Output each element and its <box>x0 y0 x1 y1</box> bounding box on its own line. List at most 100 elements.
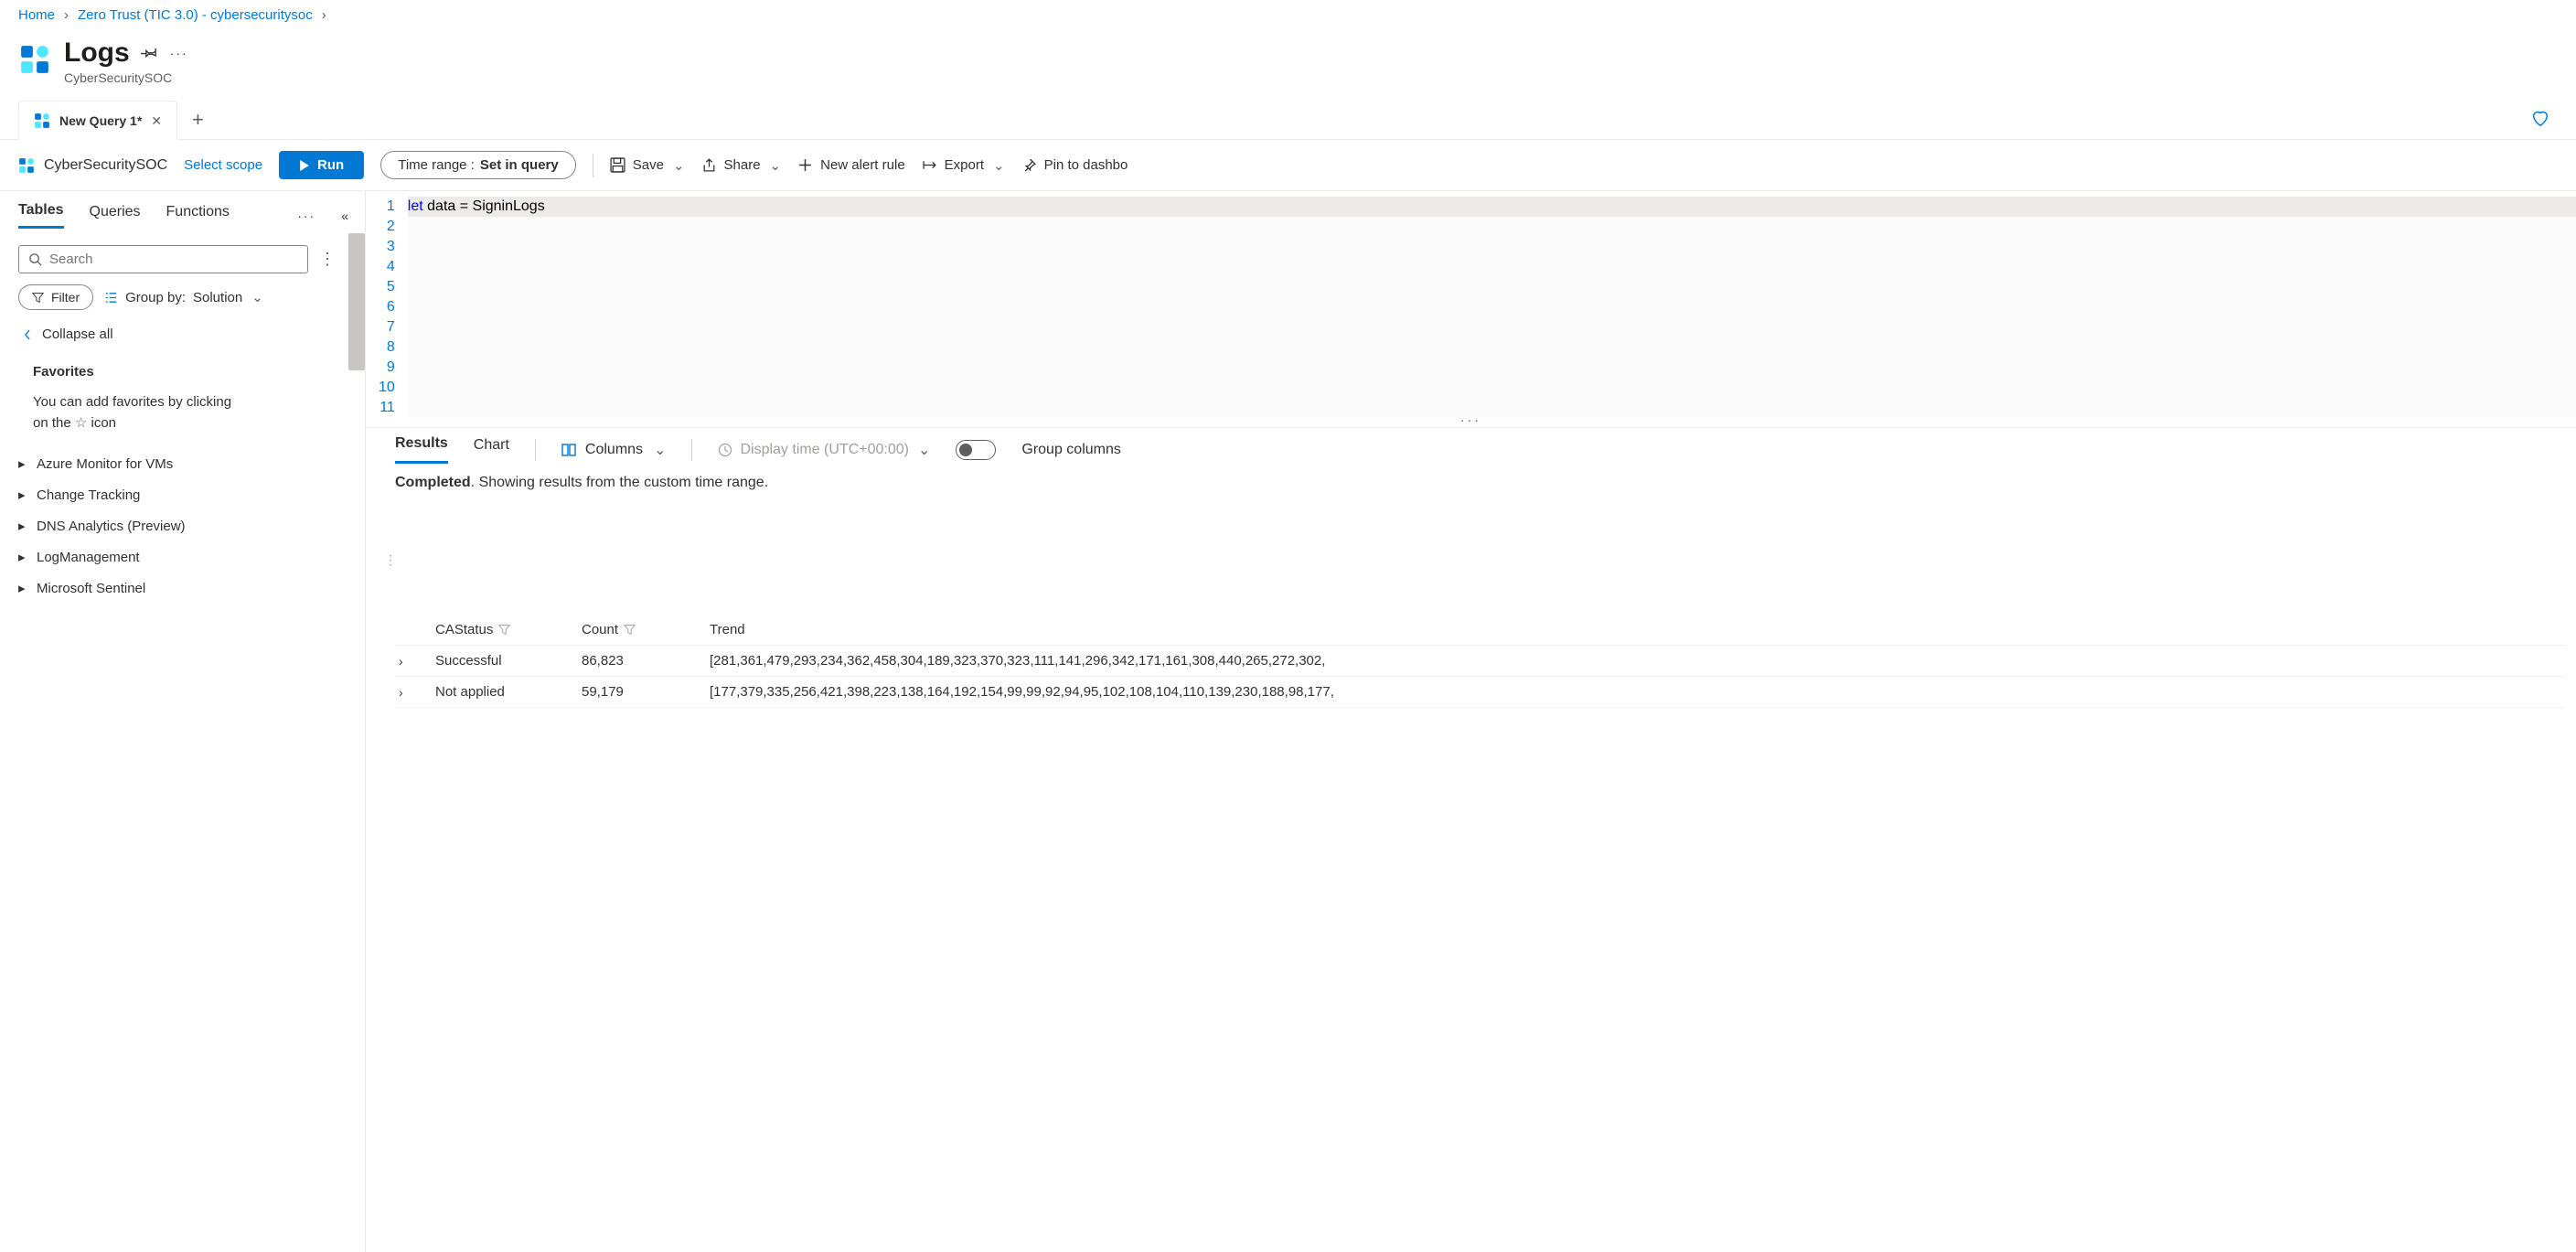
column-header-castatus[interactable]: CAStatus <box>435 622 582 637</box>
column-header-count[interactable]: Count <box>582 622 710 637</box>
plus-icon <box>797 157 813 173</box>
pin-icon[interactable] <box>141 44 157 63</box>
search-field[interactable] <box>49 251 298 267</box>
editor-code[interactable]: let data = SigninLogs | where AppDisplay… <box>408 197 2576 418</box>
scrollbar[interactable] <box>348 233 365 370</box>
cell-trend: [177,379,335,256,421,398,223,138,164,192… <box>710 684 2561 700</box>
workspace-scope: CyberSecuritySOC <box>18 157 167 174</box>
collapse-all-label: Collapse all <box>42 326 113 342</box>
table-row[interactable]: ›Not applied59,179[177,379,335,256,421,3… <box>395 677 2565 708</box>
favorites-hint: You can add favorites by clicking on the… <box>18 387 358 448</box>
tab-tables[interactable]: Tables <box>18 202 64 229</box>
share-icon <box>701 157 717 173</box>
tab-functions[interactable]: Functions <box>166 204 230 228</box>
heart-icon[interactable] <box>2530 108 2550 131</box>
tree-item[interactable]: ▸ Azure Monitor for VMs <box>18 448 358 479</box>
breadcrumb-workbook[interactable]: Zero Trust (TIC 3.0) - cybersecuritysoc <box>78 7 313 23</box>
run-label: Run <box>317 157 344 173</box>
pin-dashboard-button[interactable]: Pin to dashbo <box>1021 157 1128 173</box>
chevron-right-icon: ▸ <box>18 487 27 503</box>
cell-castatus: Successful <box>435 653 582 669</box>
tree-item[interactable]: ▸LogManagement <box>18 541 358 572</box>
query-tab[interactable]: New Query 1* ✕ <box>18 101 177 140</box>
filter-icon[interactable] <box>624 624 636 636</box>
select-scope-link[interactable]: Select scope <box>184 157 262 173</box>
new-alert-button[interactable]: New alert rule <box>797 157 905 173</box>
chevron-down-icon: ⌄ <box>673 157 685 174</box>
table-row[interactable]: ›Successful86,823[281,361,479,293,234,36… <box>395 646 2565 677</box>
expand-row-icon[interactable]: › <box>399 685 435 700</box>
time-range-picker[interactable]: Time range : Set in query <box>380 151 576 179</box>
share-button[interactable]: Share ⌄ <box>701 157 782 174</box>
grid-header: CAStatus Count Trend <box>395 615 2565 646</box>
tree-item[interactable]: ▸ DNS Analytics (Preview) <box>18 510 358 541</box>
chevron-right-icon: ▸ <box>18 518 27 534</box>
column-header-trend[interactable]: Trend <box>710 622 2561 637</box>
time-range-label: Time range : <box>398 157 475 173</box>
results-grid: ⋮ CAStatus Count Trend ›Successful86,823… <box>366 502 2576 615</box>
filter-icon <box>32 292 44 304</box>
collapse-icon <box>18 327 33 342</box>
group-columns-label: Group columns <box>1021 442 1121 458</box>
tree-item[interactable]: ▸ Microsoft Sentinel <box>18 572 358 604</box>
page-subtitle: CyberSecuritySOC <box>64 70 188 85</box>
time-range-value: Set in query <box>480 157 559 173</box>
drag-handle-icon[interactable]: ⋮ <box>384 506 2560 615</box>
chevron-right-icon: › <box>64 7 69 23</box>
star-icon: ☆ <box>75 415 87 431</box>
tab-results[interactable]: Results <box>395 435 448 464</box>
columns-icon <box>561 443 576 457</box>
tab-chart[interactable]: Chart <box>474 437 509 463</box>
chevron-down-icon: ⌄ <box>918 441 930 459</box>
schema-tree: Favorites You can add favorites by click… <box>18 357 358 1241</box>
filter-icon[interactable] <box>498 624 510 636</box>
cell-trend: [281,361,479,293,234,362,458,304,189,323… <box>710 653 2561 669</box>
play-icon <box>299 160 310 171</box>
export-button[interactable]: Export ⌄ <box>922 157 1005 174</box>
editor-gutter: 1234567891011 <box>366 197 408 418</box>
tree-item[interactable]: ▸Change Tracking <box>18 479 358 510</box>
save-label: Save <box>633 157 664 173</box>
filter-button[interactable]: Filter <box>18 284 93 310</box>
tree-item-label: DNS Analytics (Preview) <box>37 519 186 534</box>
chevron-right-icon: › <box>322 7 326 23</box>
close-icon[interactable]: ✕ <box>151 113 162 129</box>
query-content: 1234567891011 let data = SigninLogs | wh… <box>366 191 2576 1252</box>
group-columns-toggle[interactable] <box>956 440 996 460</box>
search-input[interactable] <box>18 245 308 273</box>
results-toolbar: Results Chart Columns ⌄ Display time (UT… <box>366 427 2576 464</box>
collapse-all-button[interactable]: Collapse all <box>18 326 358 342</box>
chevron-down-icon: ⌄ <box>770 157 782 174</box>
tree-item-label: Azure Monitor for VMs <box>37 456 173 472</box>
kql-editor[interactable]: 1234567891011 let data = SigninLogs | wh… <box>366 191 2576 418</box>
chevron-right-icon: ▸ <box>18 455 27 472</box>
columns-button[interactable]: Columns ⌄ <box>561 441 667 459</box>
more-icon[interactable]: ··· <box>170 46 188 60</box>
chevron-down-icon: ⌄ <box>993 157 1005 174</box>
page-header: Logs ··· CyberSecuritySOC <box>0 30 2576 100</box>
chevron-right-icon: ▸ <box>18 580 27 596</box>
more-vertical-icon[interactable]: ⋮ <box>319 250 336 269</box>
more-icon[interactable]: ··· <box>297 209 315 223</box>
collapse-panel-icon[interactable]: « <box>341 209 348 223</box>
pin-icon <box>1021 157 1037 173</box>
breadcrumb-home[interactable]: Home <box>18 7 55 23</box>
tab-queries[interactable]: Queries <box>90 204 141 228</box>
list-icon <box>104 291 118 305</box>
display-time-selector[interactable]: Display time (UTC+00:00) ⌄ <box>718 441 930 459</box>
group-by-selector[interactable]: Group by: Solution ⌄ <box>104 289 263 305</box>
expand-row-icon[interactable]: › <box>399 654 435 669</box>
add-tab-button[interactable]: + <box>183 108 213 132</box>
status-message: Completed. Showing results from the cust… <box>366 464 2576 502</box>
chevron-right-icon: ▸ <box>18 549 27 565</box>
new-alert-label: New alert rule <box>820 157 905 173</box>
group-by-label: Group by: <box>125 290 186 305</box>
search-icon <box>28 252 42 266</box>
run-button[interactable]: Run <box>279 151 364 179</box>
separator <box>691 439 692 461</box>
query-toolbar: CyberSecuritySOC Select scope Run Time r… <box>0 140 2576 191</box>
save-button[interactable]: Save ⌄ <box>610 157 685 174</box>
tree-item-label: Microsoft Sentinel <box>37 581 145 596</box>
chevron-down-icon: ⌄ <box>251 289 263 305</box>
query-tab-bar: New Query 1* ✕ + <box>0 100 2576 140</box>
